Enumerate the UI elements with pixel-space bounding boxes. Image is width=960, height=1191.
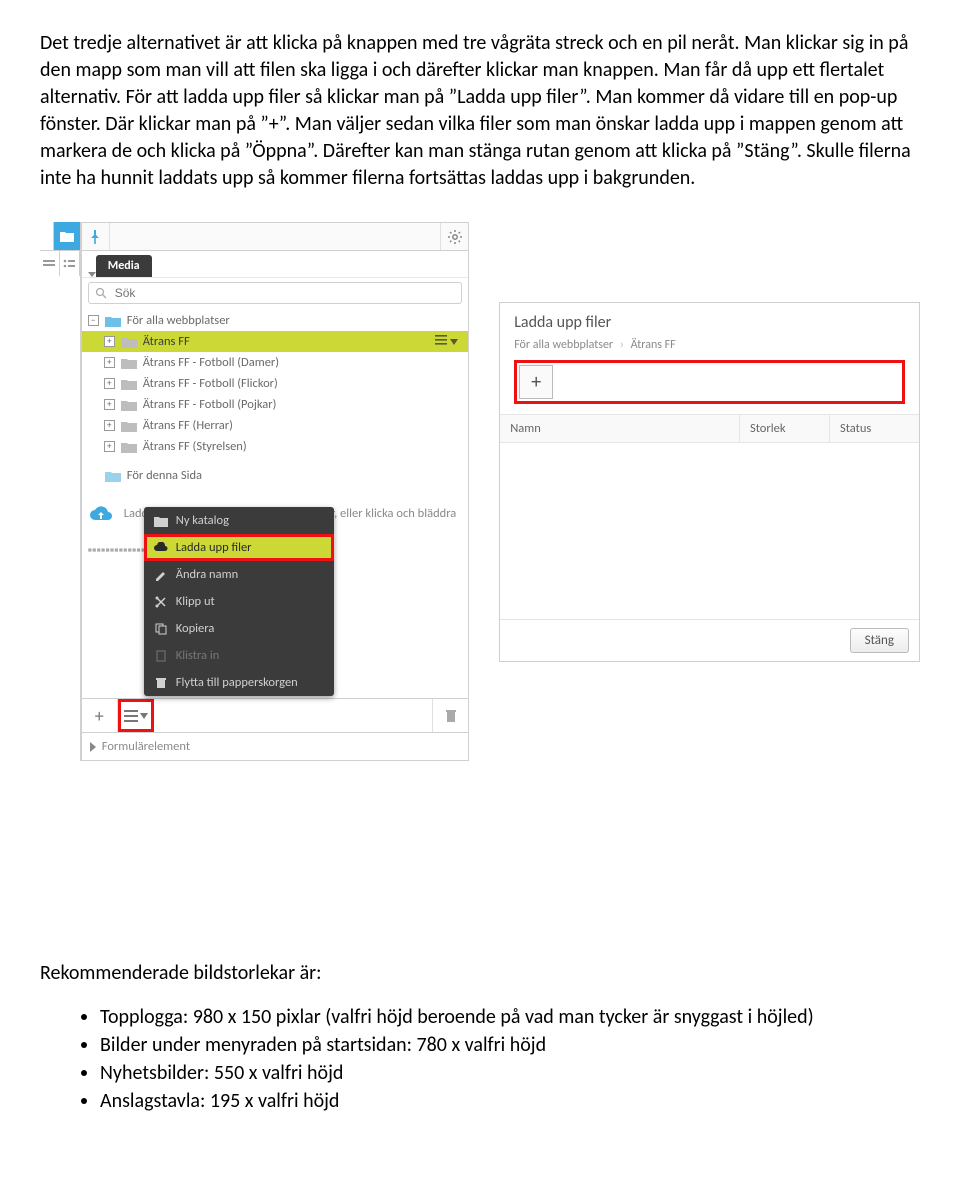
tree-item-label: Ätrans FF - Fotboll (Pojkar) <box>143 397 462 412</box>
tree-root[interactable]: − För alla webbplatser <box>82 310 468 331</box>
ctx-cut[interactable]: Klipp ut <box>144 588 334 615</box>
ctx-label: Flytta till papperskorgen <box>176 675 298 690</box>
col-status: Status <box>829 415 919 442</box>
ctx-rename[interactable]: Ändra namn <box>144 561 334 588</box>
ctx-new-folder[interactable]: Ny katalog <box>144 507 334 534</box>
recommend-item: Bilder under menyraden på startsidan: 78… <box>100 1033 920 1057</box>
tree-item-3[interactable]: + Ätrans FF - Fotboll (Pojkar) <box>82 394 468 415</box>
add-file-button[interactable]: + <box>519 365 553 399</box>
ctx-label: Ändra namn <box>176 567 238 582</box>
footer-trash-button[interactable] <box>432 699 468 732</box>
recommend-list: Topplogga: 980 x 150 pixlar (valfri höjd… <box>40 1005 920 1113</box>
ctx-paste: Klistra in <box>144 642 334 669</box>
form-elements-row[interactable]: Formulärelement <box>82 732 468 760</box>
expand-icon[interactable]: + <box>104 336 115 347</box>
tree-item-label: Ätrans FF - Fotboll (Damer) <box>143 355 462 370</box>
toolbar-cell-left[interactable] <box>40 250 60 276</box>
cloud-upload-icon <box>88 506 114 530</box>
media-panel-footer: + <box>82 698 468 732</box>
dialog-table-header: Namn Storlek Status <box>500 414 919 443</box>
ctx-label: Ladda upp filer <box>176 540 252 555</box>
expand-icon[interactable]: + <box>104 420 115 431</box>
expand-icon[interactable]: + <box>104 399 115 410</box>
screenshot-row: Media − För alla webbplatser + Ätrans FF <box>40 222 920 761</box>
context-menu: Ny katalog Ladda upp filer Ändra namn Kl… <box>144 507 334 696</box>
left-toolbar-strip <box>40 222 81 761</box>
media-tab[interactable]: Media <box>96 255 152 277</box>
chevron-down-icon[interactable] <box>88 272 96 277</box>
ctx-copy[interactable]: Kopiera <box>144 615 334 642</box>
trash-icon <box>154 677 168 689</box>
crumb-parent[interactable]: För alla webbplatser <box>514 338 613 352</box>
recommend-item: Topplogga: 980 x 150 pixlar (valfri höjd… <box>100 1005 920 1029</box>
search-icon <box>95 287 107 299</box>
toolbar-cell-right[interactable] <box>60 250 80 276</box>
tree-item-4[interactable]: + Ätrans FF (Herrar) <box>82 415 468 436</box>
copy-icon <box>154 623 168 635</box>
col-name: Namn <box>500 415 739 442</box>
paste-icon <box>154 650 168 662</box>
form-row-label: Formulärelement <box>102 739 190 754</box>
dialog-title: Ladda upp filer <box>500 303 919 336</box>
tree-item-label: Ätrans FF (Styrelsen) <box>143 439 462 454</box>
collapse-icon[interactable]: − <box>88 315 99 326</box>
intro-paragraph: Det tredje alternativet är att klicka på… <box>40 30 920 192</box>
media-tree: − För alla webbplatser + Ätrans FF + Ätr… <box>82 308 468 488</box>
ctx-trash[interactable]: Flytta till papperskorgen <box>144 669 334 696</box>
ctx-label: Kopiera <box>176 621 215 636</box>
media-tab-label: Media <box>108 259 140 273</box>
tree-item-label: Ätrans FF (Herrar) <box>143 418 462 433</box>
tree-this-page-label: För denna Sida <box>127 468 462 483</box>
tree-item-0[interactable]: + Ätrans FF <box>82 331 468 352</box>
folder-plus-icon <box>154 515 168 527</box>
cloud-upload-icon <box>154 542 168 554</box>
crumb-child[interactable]: Ätrans FF <box>631 338 676 352</box>
tree-this-page[interactable]: För denna Sida <box>82 465 468 486</box>
footer-add-button[interactable]: + <box>82 699 118 732</box>
chevron-right-icon <box>90 742 96 752</box>
tree-root-label: För alla webbplatser <box>127 313 462 328</box>
tree-item-1[interactable]: + Ätrans FF - Fotboll (Damer) <box>82 352 468 373</box>
expand-icon[interactable]: + <box>104 441 115 452</box>
tree-item-label: Ätrans FF - Fotboll (Flickor) <box>143 376 462 391</box>
add-file-highlight: + <box>514 360 905 404</box>
recommend-heading: Rekommenderade bildstorlekar är: <box>40 961 920 985</box>
ctx-label: Klistra in <box>176 648 220 663</box>
toolbar-blank <box>40 222 54 250</box>
col-size: Storlek <box>739 415 829 442</box>
dialog-breadcrumb: För alla webbplatser › Ätrans FF <box>500 336 919 360</box>
upload-dialog: Ladda upp filer För alla webbplatser › Ä… <box>499 302 920 662</box>
pencil-icon <box>154 569 168 581</box>
close-button[interactable]: Stäng <box>850 628 909 653</box>
media-panel: Media − För alla webbplatser + Ätrans FF <box>81 222 469 761</box>
scissors-icon <box>154 596 168 608</box>
hamburger-icon[interactable] <box>435 334 458 349</box>
dialog-body <box>500 443 919 619</box>
tree-item-label: Ätrans FF <box>143 334 430 349</box>
search-field[interactable] <box>113 285 455 301</box>
file-tab-icon[interactable] <box>54 222 80 250</box>
expand-icon[interactable]: + <box>104 378 115 389</box>
ctx-upload[interactable]: Ladda upp filer <box>144 534 334 561</box>
ctx-label: Ny katalog <box>176 513 229 528</box>
recommend-item: Anslagstavla: 195 x valfri höjd <box>100 1089 920 1113</box>
tree-item-2[interactable]: + Ätrans FF - Fotboll (Flickor) <box>82 373 468 394</box>
expand-icon[interactable]: + <box>104 357 115 368</box>
ctx-label: Klipp ut <box>176 594 215 609</box>
pin-icon[interactable] <box>82 223 110 250</box>
footer-hamburger-button[interactable] <box>118 699 154 732</box>
recommend-item: Nyhetsbilder: 550 x valfri höjd <box>100 1061 920 1085</box>
gear-icon[interactable] <box>440 223 468 250</box>
tree-item-5[interactable]: + Ätrans FF (Styrelsen) <box>82 436 468 457</box>
search-input[interactable] <box>88 282 462 304</box>
